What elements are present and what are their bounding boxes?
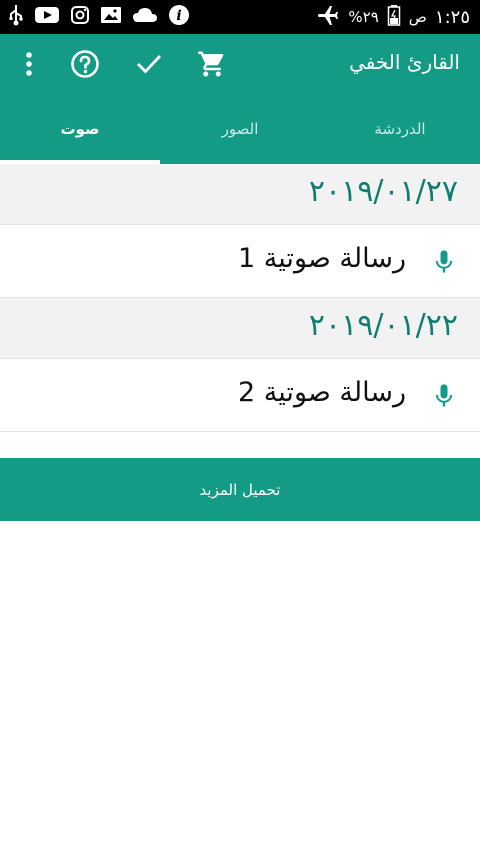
tab-chat[interactable]: الدردشة xyxy=(320,94,480,164)
load-more-button[interactable]: تحميل المزيد xyxy=(0,458,480,521)
usb-icon xyxy=(8,4,24,30)
voice-message-item[interactable]: رسالة صوتية 2 xyxy=(0,359,480,432)
status-bar-system: ١:٢٥ ص ٢٩% xyxy=(316,0,470,34)
voice-message-label: رسالة صوتية 2 xyxy=(238,377,406,408)
status-bar: i ١:٢٥ ص ٢٩% xyxy=(0,0,480,34)
info-icon: i xyxy=(168,4,190,30)
svg-text:i: i xyxy=(176,8,181,24)
gallery-icon xyxy=(100,5,122,29)
app-bar: القارئ الخفي xyxy=(0,34,480,94)
status-bar-notifications: i xyxy=(8,0,190,34)
instagram-icon xyxy=(70,5,90,29)
date-header-text: ٢٠١٩/٠١/٢٢ xyxy=(308,308,458,343)
cloud-icon xyxy=(132,5,158,29)
help-icon[interactable] xyxy=(67,46,103,82)
clock-time: ١:٢٥ xyxy=(434,6,470,28)
battery-percent: ٢٩% xyxy=(348,8,379,26)
date-header: ٢٠١٩/٠١/٢٧ xyxy=(0,164,480,225)
clock-ampm: ص xyxy=(408,8,427,26)
date-header: ٢٠١٩/٠١/٢٢ xyxy=(0,298,480,359)
tab-bar: الدردشة الصور صوت xyxy=(0,94,480,164)
microphone-icon xyxy=(430,247,458,277)
tab-photos[interactable]: الصور xyxy=(160,94,320,164)
tab-audio[interactable]: صوت xyxy=(0,94,160,164)
voice-message-label: رسالة صوتية 1 xyxy=(238,243,406,274)
shopping-cart-icon[interactable] xyxy=(194,46,230,82)
youtube-icon xyxy=(34,5,60,29)
microphone-icon xyxy=(430,381,458,411)
app-title: القارئ الخفي xyxy=(349,50,460,74)
airplane-mode-icon xyxy=(316,3,340,31)
voice-message-item[interactable]: رسالة صوتية 1 xyxy=(0,225,480,298)
date-header-text: ٢٠١٩/٠١/٢٧ xyxy=(308,174,458,209)
check-icon[interactable] xyxy=(131,46,167,82)
battery-icon xyxy=(387,4,401,30)
more-options-icon[interactable] xyxy=(11,46,47,82)
